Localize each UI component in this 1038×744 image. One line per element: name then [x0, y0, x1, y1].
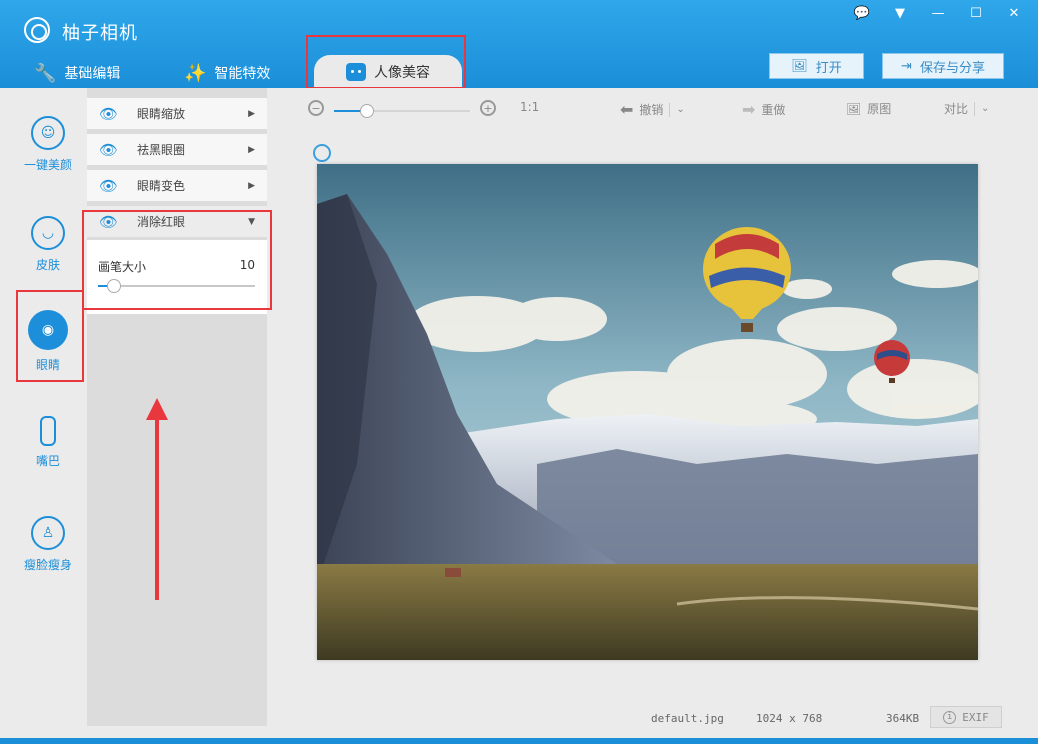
skin-face-icon: ◡: [31, 216, 65, 250]
undo-button[interactable]: ⬅ 撤销 ⌄: [620, 100, 685, 119]
foreground-grass: [317, 564, 978, 660]
undo-icon: ⬅: [620, 100, 634, 119]
close-button[interactable]: ✕: [1004, 6, 1024, 21]
compare-label: 对比: [944, 102, 969, 116]
brush-size-value: 10: [239, 258, 255, 272]
minimize-button[interactable]: —: [928, 6, 948, 21]
annotation-arrow-line: [155, 414, 159, 600]
tab-smart-effects[interactable]: ✨ 智能特效: [184, 58, 270, 88]
nav-item-eyes[interactable]: ◉ 眼睛: [16, 310, 80, 373]
nav-label: 嘴巴: [35, 454, 60, 468]
red-eye-options: 画笔大小 10: [87, 240, 267, 314]
zoom-in-icon[interactable]: +: [480, 100, 496, 116]
status-filesize: 364KB: [886, 712, 920, 725]
magic-wand-icon: ✨: [184, 62, 207, 84]
nav-item-slim-body[interactable]: ♙ 瘦脸瘦身: [16, 516, 80, 573]
sub-item-label: 祛黑眼圈: [137, 143, 186, 157]
original-button[interactable]: 🖼 原图: [846, 100, 891, 117]
image-icon: 🖼: [846, 101, 862, 116]
menu-dropdown-icon[interactable]: ▼: [890, 6, 910, 21]
zoom-out-icon[interactable]: −: [308, 100, 324, 116]
eyes-sub-panel: 👁 眼睛缩放 ▶ 👁 祛黑眼圈 ▶ 👁 眼睛变色 ▶ 👁 消除红眼 ▼ 画笔大小…: [87, 88, 267, 726]
app-title: 柚子相机: [62, 23, 138, 44]
original-label: 原图: [867, 102, 892, 116]
exif-label: EXIF: [962, 710, 989, 724]
status-dimensions: 1024 x 768: [756, 712, 823, 725]
tab-portrait-beauty[interactable]: 人像美容: [314, 55, 462, 88]
tab-basic-edit[interactable]: 🔧 基础编辑: [34, 58, 120, 88]
tab-label: 基础编辑: [64, 66, 121, 82]
nav-label: 一键美颜: [23, 158, 72, 172]
chevron-down-icon[interactable]: ⌄: [676, 104, 684, 115]
redo-label: 重做: [761, 103, 786, 117]
lipstick-icon: [40, 416, 56, 446]
left-nav: ☺ 一键美颜 ◡ 皮肤 ◉ 眼睛 嘴巴 ♙ 瘦脸瘦身: [10, 88, 86, 738]
redo-button[interactable]: ➡ 重做: [742, 100, 785, 119]
eye-star-icon: ◉: [28, 310, 68, 350]
tab-label: 智能特效: [214, 66, 271, 82]
info-icon: i: [943, 710, 957, 724]
eye-redeye-icon: 👁: [99, 212, 119, 231]
face-beauty-icon: ☺: [31, 116, 65, 150]
sub-item-eye-color[interactable]: 👁 眼睛变色 ▶: [87, 170, 267, 202]
window-bottom-border: [0, 738, 1038, 744]
save-share-label: 保存与分享: [919, 60, 985, 76]
export-icon: ⇥: [901, 58, 912, 74]
chevron-right-icon: ▶: [248, 180, 255, 191]
zoom-ratio[interactable]: 1:1: [520, 100, 539, 114]
image-icon: 🖼: [791, 58, 808, 74]
status-filename: default.jpg: [651, 712, 724, 725]
zoom-slider[interactable]: [334, 104, 470, 118]
exif-button[interactable]: i EXIF: [930, 706, 1002, 728]
image-toolbar: − + 1:1 ⬅ 撤销 ⌄ ➡ 重做 🖼 原图 对比 ⌄: [300, 94, 1010, 120]
eye-color-icon: 👁: [99, 176, 119, 195]
landscape-photo: [317, 164, 978, 660]
save-share-button[interactable]: ⇥ 保存与分享: [882, 53, 1004, 79]
eye-dark-circle-icon: 👁: [99, 140, 119, 159]
divider: [669, 102, 671, 117]
chevron-right-icon: ▶: [248, 144, 255, 155]
nav-label: 眼睛: [35, 358, 60, 372]
sub-item-label: 消除红眼: [137, 215, 186, 229]
nav-label: 瘦脸瘦身: [23, 558, 72, 572]
face-box-icon: [346, 62, 366, 81]
chevron-right-icon: ▶: [248, 108, 255, 119]
window-controls: 💬 ▼ — ☐ ✕: [852, 6, 1024, 21]
app-logo-icon: [24, 17, 50, 43]
canvas-handle-icon[interactable]: [313, 144, 331, 162]
nav-item-skin[interactable]: ◡ 皮肤: [16, 216, 80, 273]
chevron-down-icon[interactable]: ⌄: [981, 103, 989, 114]
nav-item-mouth[interactable]: 嘴巴: [16, 416, 80, 469]
nav-item-one-key-beauty[interactable]: ☺ 一键美颜: [16, 116, 80, 173]
tab-label: 人像美容: [374, 64, 430, 81]
redo-icon: ➡: [742, 100, 756, 119]
sub-item-dark-circles[interactable]: 👁 祛黑眼圈 ▶: [87, 134, 267, 166]
sub-item-label: 眼睛变色: [137, 179, 186, 193]
eye-zoom-icon: 👁: [99, 104, 119, 123]
compare-button[interactable]: 对比 ⌄: [944, 100, 989, 117]
tools-icon: 🔧: [34, 62, 57, 84]
open-label: 打开: [815, 60, 842, 76]
main-area: ☺ 一键美颜 ◡ 皮肤 ◉ 眼睛 嘴巴 ♙ 瘦脸瘦身 👁 眼睛缩放 ▶ 👁 祛黑: [0, 88, 1038, 738]
nav-label: 皮肤: [35, 258, 60, 272]
brush-size-slider[interactable]: [98, 279, 255, 293]
chevron-down-icon: ▼: [248, 216, 255, 227]
sub-item-red-eye[interactable]: 👁 消除红眼 ▼: [87, 206, 267, 238]
brush-slider-thumb[interactable]: [106, 279, 121, 293]
maximize-button[interactable]: ☐: [966, 6, 986, 21]
divider: [974, 101, 976, 116]
zoom-slider-thumb[interactable]: [359, 104, 374, 118]
open-button[interactable]: 🖼 打开: [769, 53, 864, 79]
sub-item-label: 眼睛缩放: [137, 107, 186, 121]
body-slim-icon: ♙: [31, 516, 65, 550]
sub-item-eye-zoom[interactable]: 👁 眼睛缩放 ▶: [87, 98, 267, 130]
title-bar: 柚子相机 💬 ▼ — ☐ ✕ 🔧 基础编辑 ✨ 智能特效 人像美容 🖼 打开 ⇥…: [0, 0, 1038, 88]
feedback-icon[interactable]: 💬: [852, 6, 872, 21]
undo-label: 撤销: [639, 103, 664, 117]
photo-canvas[interactable]: [317, 164, 978, 660]
small-cabin: [445, 568, 461, 577]
brush-size-label: 画笔大小: [98, 260, 147, 274]
